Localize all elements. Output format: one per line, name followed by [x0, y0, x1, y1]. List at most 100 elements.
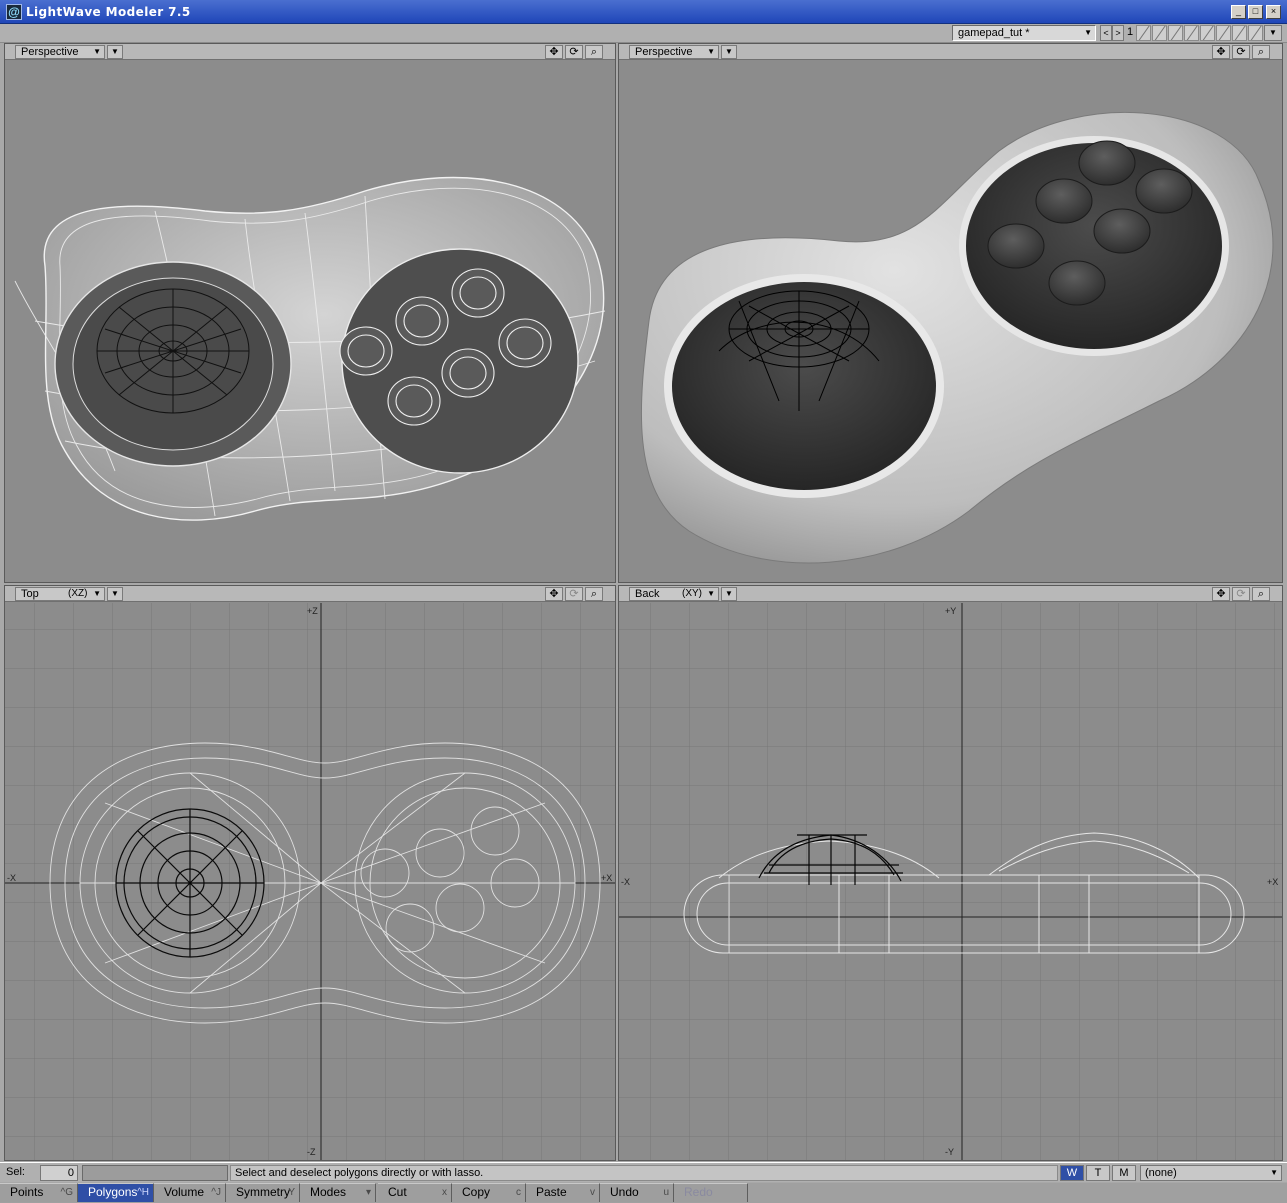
- layer-slot[interactable]: [1200, 25, 1215, 41]
- layer-menu-button[interactable]: ▼: [1264, 25, 1282, 41]
- smooth-shaded-model: [640, 111, 1274, 564]
- viewport-header: Top (XZ) ▼ ▼ ✥ ⟳ ⌕: [5, 586, 615, 602]
- view-type-dropdown[interactable]: Perspective ▼: [629, 45, 719, 59]
- view-type-dropdown[interactable]: Back (XY) ▼: [629, 587, 719, 601]
- next-layer-button[interactable]: >: [1112, 25, 1124, 41]
- axis-label: (XZ): [68, 588, 88, 599]
- view-type-dropdown[interactable]: Perspective ▼: [15, 45, 105, 59]
- wireframe-shaded-model: [14, 176, 606, 521]
- shortcut-key: x: [442, 1187, 447, 1198]
- shortcut-key: ^H: [137, 1187, 149, 1198]
- shortcut-key: Y: [288, 1187, 295, 1198]
- polygons-mode-button[interactable]: Polygons ^H: [78, 1183, 154, 1202]
- view-type-label: Perspective: [635, 46, 693, 58]
- rotate-view-icon: ⟳: [1232, 587, 1250, 601]
- viewport-back[interactable]: Back (XY) ▼ ▼ ✥ ⟳ ⌕ +Y -Y -X +X: [618, 585, 1283, 1161]
- texture-map-toggle[interactable]: T: [1086, 1165, 1110, 1181]
- dropdown-arrow-icon: ▾: [365, 1187, 371, 1198]
- layer-slot[interactable]: [1168, 25, 1183, 41]
- render-mode-dropdown[interactable]: ▼: [107, 45, 123, 59]
- undo-button[interactable]: Undo u: [600, 1183, 674, 1202]
- viewport-canvas[interactable]: [619, 61, 1282, 582]
- weight-map-toggle[interactable]: W: [1060, 1165, 1084, 1181]
- redo-button: Redo: [674, 1183, 748, 1202]
- progress-field: [82, 1165, 228, 1181]
- view-type-dropdown[interactable]: Top (XZ) ▼: [15, 587, 105, 601]
- maximize-button[interactable]: □: [1248, 5, 1263, 19]
- paste-button[interactable]: Paste v: [526, 1183, 600, 1202]
- axis-plus-x-label: +X: [601, 873, 612, 883]
- viewport-top[interactable]: Top (XZ) ▼ ▼ ✥ ⟳ ⌕ +Z -Z -X +X: [4, 585, 616, 1161]
- window-title: LightWave Modeler 7.5: [26, 5, 191, 19]
- shortcut-key: v: [590, 1187, 595, 1198]
- zoom-view-icon[interactable]: ⌕: [585, 587, 603, 601]
- axis-plus-x-label: +X: [1267, 877, 1278, 887]
- viewport-canvas[interactable]: [5, 61, 615, 582]
- rotate-view-icon[interactable]: ⟳: [1232, 45, 1250, 59]
- dropdown-arrow-icon: ▼: [93, 589, 101, 598]
- axis-plus-y-label: +Y: [945, 606, 956, 616]
- move-view-icon[interactable]: ✥: [1212, 45, 1230, 59]
- shortcut-key: u: [663, 1187, 669, 1198]
- view-type-label: Back: [635, 588, 660, 600]
- dropdown-arrow-icon: ▼: [1270, 1168, 1278, 1177]
- button-label: Undo: [610, 1185, 639, 1199]
- viewport-perspective-right[interactable]: Perspective ▼ ▼ ✥ ⟳ ⌕: [618, 43, 1283, 583]
- layer-slot[interactable]: [1216, 25, 1231, 41]
- dropdown-arrow-icon: ▼: [707, 47, 715, 56]
- vertex-map-dropdown[interactable]: (none) ▼: [1140, 1165, 1282, 1181]
- viewport-perspective-left[interactable]: Perspective ▼ ▼ ✥ ⟳ ⌕: [4, 43, 616, 583]
- render-mode-dropdown[interactable]: ▼: [721, 45, 737, 59]
- prev-layer-button[interactable]: <: [1100, 25, 1112, 41]
- render-mode-dropdown[interactable]: ▼: [721, 587, 737, 601]
- dropdown-arrow-icon: ▼: [93, 47, 101, 56]
- layer-slot[interactable]: [1152, 25, 1167, 41]
- zoom-view-icon[interactable]: ⌕: [1252, 587, 1270, 601]
- copy-button[interactable]: Copy c: [452, 1183, 526, 1202]
- viewport-header: Perspective ▼ ▼ ✥ ⟳ ⌕: [619, 44, 1282, 60]
- lightwave-app-icon[interactable]: @: [6, 4, 22, 20]
- move-view-icon[interactable]: ✥: [545, 45, 563, 59]
- rotate-view-icon[interactable]: ⟳: [565, 45, 583, 59]
- minimize-button[interactable]: _: [1231, 5, 1246, 19]
- zoom-view-icon[interactable]: ⌕: [585, 45, 603, 59]
- object-name: gamepad_tut *: [958, 27, 1030, 39]
- volume-mode-button[interactable]: Volume ^J: [154, 1183, 226, 1202]
- layer-number: 1: [1127, 26, 1134, 38]
- close-button[interactable]: ×: [1266, 5, 1281, 19]
- button-label: Points: [10, 1185, 44, 1199]
- cut-button[interactable]: Cut x: [378, 1183, 452, 1202]
- points-mode-button[interactable]: Points ^G: [0, 1183, 78, 1202]
- layer-slot[interactable]: [1248, 25, 1263, 41]
- rotate-view-icon: ⟳: [565, 587, 583, 601]
- top-toolbar: gamepad_tut * ▼ < > 1 ▼: [0, 24, 1287, 43]
- viewport-canvas[interactable]: +Y -Y -X +X: [619, 603, 1282, 1160]
- object-select-dropdown[interactable]: gamepad_tut * ▼: [952, 25, 1096, 41]
- viewport-header: Perspective ▼ ▼ ✥ ⟳ ⌕: [5, 44, 615, 60]
- zoom-view-icon[interactable]: ⌕: [1252, 45, 1270, 59]
- render-mode-dropdown[interactable]: ▼: [107, 587, 123, 601]
- button-label: Polygons: [88, 1185, 138, 1199]
- bottom-toolbar: Points ^G Polygons ^H Volume ^J Symmetry Y M…: [0, 1183, 1287, 1203]
- dropdown-arrow-icon: ▼: [707, 589, 715, 598]
- layer-slot[interactable]: [1232, 25, 1247, 41]
- button-label: Modes: [310, 1185, 347, 1199]
- modes-menu-button[interactable]: Modes ▾: [300, 1183, 376, 1202]
- button-label: Paste: [536, 1185, 567, 1199]
- move-view-icon[interactable]: ✥: [1212, 587, 1230, 601]
- axis-label: (XY): [682, 588, 702, 599]
- view-type-label: Top: [21, 588, 39, 600]
- back-wireframe: +Y -Y -X +X: [619, 603, 1282, 1160]
- axis-minus-x-label: -X: [621, 877, 630, 887]
- top-wireframe: +Z -Z -X +X: [5, 603, 615, 1160]
- layer-slot[interactable]: [1184, 25, 1199, 41]
- move-view-icon[interactable]: ✥: [545, 587, 563, 601]
- symmetry-button[interactable]: Symmetry Y: [226, 1183, 300, 1202]
- viewport-canvas[interactable]: +Z -Z -X +X: [5, 603, 615, 1160]
- selection-label: Sel:: [6, 1166, 25, 1178]
- shortcut-key: c: [516, 1187, 521, 1198]
- layer-slot[interactable]: [1136, 25, 1151, 41]
- shortcut-key: ^G: [60, 1187, 73, 1198]
- morph-map-toggle[interactable]: M: [1112, 1165, 1136, 1181]
- title-bar: @ LightWave Modeler 7.5 _ □ ×: [0, 0, 1287, 24]
